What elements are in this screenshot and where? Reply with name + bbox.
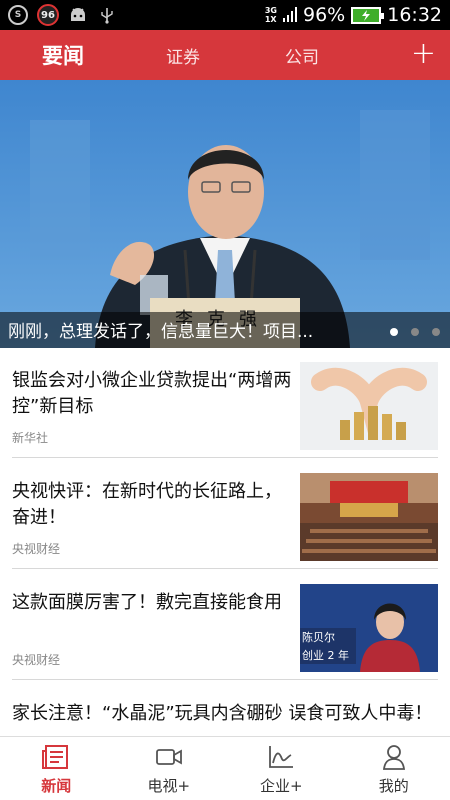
news-anchor-thumbnail: 陈贝尔 创业 2 年 bbox=[300, 584, 438, 672]
person-icon bbox=[382, 745, 405, 770]
clock-time: 16:32 bbox=[387, 4, 442, 26]
anchor-caption-years: 创业 2 年 bbox=[302, 649, 349, 662]
chart-icon bbox=[269, 746, 294, 768]
network-sub-type: 1X bbox=[264, 15, 277, 24]
nav-enterprise[interactable]: 企业+ bbox=[225, 737, 338, 800]
hero-caption[interactable]: 刚刚，总理发话了，信息量巨大！项目... bbox=[8, 317, 368, 342]
sogou-icon: S bbox=[8, 5, 28, 25]
carousel-dot[interactable] bbox=[432, 328, 440, 336]
carousel-dot[interactable] bbox=[411, 328, 419, 336]
carousel-dot[interactable] bbox=[390, 328, 398, 336]
nav-label: 企业+ bbox=[259, 777, 303, 795]
nav-tv[interactable]: 电视+ bbox=[113, 737, 226, 800]
news-item[interactable]: 这款面膜厉害了！敷完直接能食用 央视财经 陈贝尔 创业 2 年 bbox=[12, 570, 438, 680]
news-source: 央视财经 bbox=[12, 542, 61, 556]
network-type: 3G bbox=[264, 6, 277, 15]
nav-mine[interactable]: 我的 bbox=[338, 737, 450, 800]
news-item[interactable]: 央视快评：在新时代的长征路上，奋进！ 央视财经 bbox=[12, 459, 438, 569]
news-source: 央视财经 bbox=[12, 653, 61, 667]
coins-heart-thumbnail bbox=[300, 362, 438, 450]
notification-badge-icon: 96 bbox=[37, 4, 59, 26]
newspaper-icon bbox=[42, 745, 69, 769]
android-icon bbox=[68, 5, 88, 25]
network-indicator: 3G 1X bbox=[265, 6, 277, 24]
top-nav: 要闻 证券 公司 + bbox=[0, 30, 450, 80]
news-source: 新华社 bbox=[12, 431, 49, 445]
battery-percent: 96% bbox=[303, 4, 346, 26]
tab-yaowen[interactable]: 要闻 bbox=[42, 40, 84, 70]
carousel-dots bbox=[390, 328, 440, 336]
battery-icon bbox=[351, 6, 385, 24]
nav-news[interactable]: 新闻 bbox=[0, 737, 113, 800]
nav-label: 我的 bbox=[378, 777, 409, 795]
usb-icon bbox=[97, 5, 117, 25]
bottom-nav: 新闻 电视+ 企业+ 我的 bbox=[0, 736, 450, 800]
tab-zhengquan[interactable]: 证券 bbox=[166, 43, 200, 68]
add-channel-button[interactable]: + bbox=[411, 36, 436, 72]
nav-label: 电视+ bbox=[147, 777, 191, 795]
assembly-hall-thumbnail bbox=[300, 473, 438, 561]
signal-icon bbox=[283, 7, 297, 22]
news-title: 这款面膜厉害了！敷完直接能食用 bbox=[12, 592, 282, 613]
hero-carousel[interactable]: 李克强 刚刚，总理发话了，信息量巨大！项目... bbox=[0, 80, 450, 348]
nav-label: 新闻 bbox=[41, 777, 72, 795]
status-bar: S 96 3G 1X 96% 16:32 bbox=[0, 0, 450, 30]
badge-number: 96 bbox=[41, 9, 55, 21]
news-title: 银监会对小微企业贷款提出“两增两控”新目标 bbox=[12, 370, 292, 417]
news-title: 央视快评：在新时代的长征路上，奋进！ bbox=[12, 481, 282, 528]
anchor-caption-name: 陈贝尔 bbox=[302, 631, 335, 644]
video-camera-icon bbox=[155, 749, 182, 765]
news-title: 家长注意！“水晶泥”玩具内含硼砂 误食可致人中毒！ bbox=[12, 703, 433, 724]
tab-gongsi[interactable]: 公司 bbox=[285, 43, 319, 68]
news-item[interactable]: 银监会对小微企业贷款提出“两增两控”新目标 新华社 bbox=[12, 348, 438, 458]
